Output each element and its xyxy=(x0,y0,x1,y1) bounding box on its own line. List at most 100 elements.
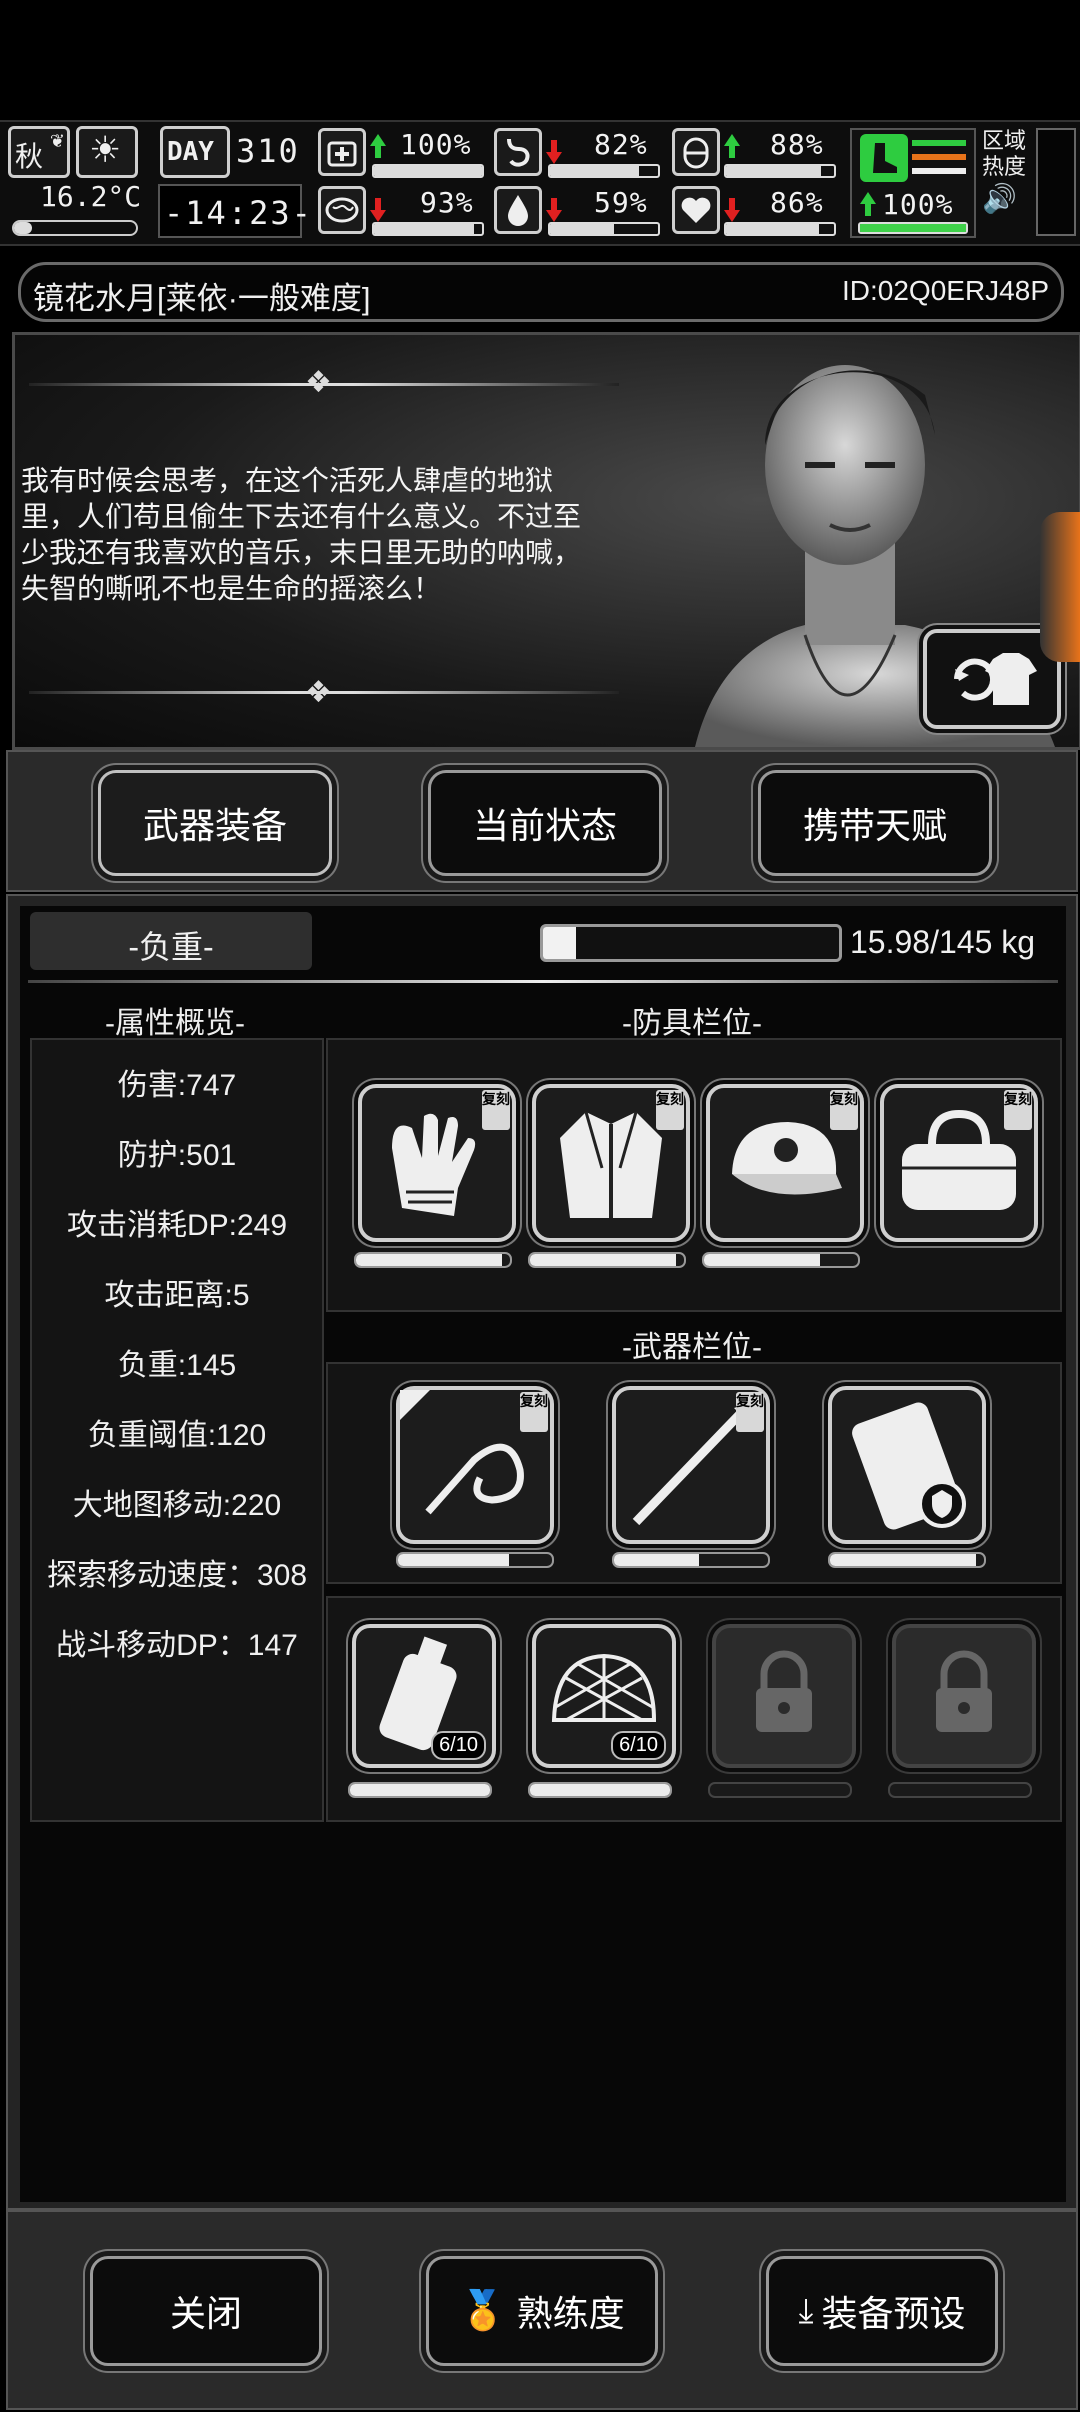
footer-bar: 关闭 🏅 熟练度 ⤓ 装备预设 xyxy=(6,2210,1078,2410)
durability-bar xyxy=(828,1552,986,1568)
durability-bar xyxy=(396,1552,554,1568)
durability-bar xyxy=(528,1252,686,1268)
replica-tag: 复刻 xyxy=(736,1392,764,1432)
stat-value: 93% xyxy=(420,186,474,219)
status-bar: 秋 ❦ ☀ 16.2°C DAY 310 -14:23- 100% 82% 88… xyxy=(0,120,1080,246)
stamina-panel: 100% xyxy=(850,128,976,238)
stat-map-movement: 大地图移动:220 xyxy=(72,1489,282,1522)
weapon-slots: 复刻 复刻 xyxy=(326,1362,1062,1584)
proficiency-button[interactable]: 🏅 熟练度 xyxy=(426,2256,658,2366)
replica-tag: 复刻 xyxy=(520,1392,548,1432)
durability-bar xyxy=(612,1552,770,1568)
item-slot-water-bottle[interactable]: 6/10 xyxy=(352,1624,496,1768)
ornament-icon: ❖ xyxy=(305,676,332,709)
item-count: 6/10 xyxy=(431,1731,486,1760)
clock-panel: -14:23- xyxy=(158,184,311,238)
proficiency-label: 熟练度 xyxy=(516,2293,625,2334)
tab-weapons-equipment[interactable]: 武器装备 xyxy=(98,770,332,876)
stat-defense: 防护:501 xyxy=(117,1139,237,1172)
stat-value: 86% xyxy=(770,186,824,219)
trend-up-icon xyxy=(370,134,386,158)
stat-attack-range: 攻击距离:5 xyxy=(104,1279,250,1312)
equipment-preset-label: 装备预设 xyxy=(821,2293,966,2334)
item-count: 6/10 xyxy=(611,1731,666,1760)
zone-heat-meter xyxy=(1036,128,1076,236)
stat-attack-cost: 攻击消耗DP:249 xyxy=(66,1209,288,1242)
season-badge: 秋 ❦ xyxy=(8,126,70,178)
speaker-icon[interactable]: 🔊 xyxy=(982,182,1034,215)
item-slot-locked[interactable] xyxy=(712,1624,856,1768)
durability-bar xyxy=(888,1782,1032,1798)
lock-icon xyxy=(756,1650,812,1732)
weapon-slot-whip[interactable]: 复刻 xyxy=(396,1386,554,1544)
replica-tag: 复刻 xyxy=(656,1090,684,1130)
character-panel: ❖ ❖ 我有时候会思考，在这个活死人肆虐的地狱里，人们苟且偷生下去还有什么意义。… xyxy=(12,332,1080,750)
leaf-icon: ❦ xyxy=(49,131,65,151)
trend-up-icon xyxy=(724,134,740,158)
attributes-title: -属性概览- xyxy=(105,1007,245,1040)
replica-tag: 复刻 xyxy=(830,1090,858,1130)
temperature: 16.2°C xyxy=(40,180,142,213)
weapon-slot-spear[interactable]: 复刻 xyxy=(612,1386,770,1544)
medkit-icon xyxy=(318,128,366,176)
capsule-icon xyxy=(672,128,720,176)
trend-down-icon xyxy=(546,140,562,164)
character-quote: 我有时候会思考，在这个活死人肆虐的地狱里，人们苟且偷生下去还有什么意义。不过至少… xyxy=(21,465,582,604)
equipment-preset-button[interactable]: ⤓ 装备预设 xyxy=(766,2256,998,2366)
stat-value: 82% xyxy=(594,128,648,161)
thermometer-icon xyxy=(12,220,138,236)
weather-badge: ☀ xyxy=(76,126,138,178)
load-bar xyxy=(540,924,842,962)
save-name: 镜花水月[莱依·一般难度] xyxy=(33,281,371,316)
side-drawer-handle[interactable] xyxy=(1040,512,1080,662)
armor-slots: 复刻 复刻 复刻 复刻 xyxy=(326,1038,1062,1312)
tab-bar: 武器装备 当前状态 携带天赋 xyxy=(6,750,1078,892)
quick-item-slots: 6/10 6/10 xyxy=(326,1596,1062,1822)
armor-slot-gloves[interactable]: 复刻 xyxy=(358,1084,516,1242)
day-badge: DAY xyxy=(160,126,230,178)
armor-slot-jacket[interactable]: 复刻 xyxy=(532,1084,690,1242)
zone-heat-label: 区域热度 xyxy=(982,128,1027,179)
tab-current-status[interactable]: 当前状态 xyxy=(428,770,662,876)
replica-tag: 复刻 xyxy=(482,1090,510,1130)
trend-down-icon xyxy=(724,198,740,222)
item-slot-net[interactable]: 6/10 xyxy=(532,1624,676,1768)
durability-bar xyxy=(708,1782,852,1798)
durability-bar xyxy=(354,1252,512,1268)
ornament-icon: ❖ xyxy=(305,366,332,399)
close-label: 关闭 xyxy=(169,2293,242,2334)
zone-heat[interactable]: 区域热度 🔊 xyxy=(982,128,1034,215)
lock-icon xyxy=(936,1650,992,1732)
stat-bar xyxy=(724,164,836,178)
stat-bar xyxy=(548,222,660,236)
load-value: 15.98/145 kg xyxy=(850,924,1036,960)
stat-combat-move-dp: 战斗移动DP：147 xyxy=(56,1629,298,1662)
weapon-slot-shield-pack[interactable] xyxy=(828,1386,986,1544)
close-button[interactable]: 关闭 xyxy=(90,2256,322,2366)
trophy-icon: 🏅 xyxy=(459,2290,507,2332)
attributes-list: 伤害:747 防护:501 攻击消耗DP:249 攻击距离:5 负重:145 负… xyxy=(30,1038,324,1822)
armor-slot-cap[interactable]: 复刻 xyxy=(706,1084,864,1242)
divider xyxy=(28,980,1058,983)
refresh-shirt-icon xyxy=(954,653,1037,705)
trend-down-icon xyxy=(370,198,386,222)
empty-area xyxy=(20,1836,1066,1837)
trend-down-icon xyxy=(546,198,562,222)
sun-icon: ☀ xyxy=(89,129,122,170)
stat-value: 100% xyxy=(400,128,472,161)
stamina-stripe xyxy=(912,154,966,160)
weapons-title: -武器栏位- xyxy=(622,1331,762,1364)
stat-bar xyxy=(372,222,484,236)
season-label: 秋 xyxy=(15,141,44,172)
shield-pack-icon xyxy=(852,1402,966,1530)
stamina-stripe xyxy=(912,168,966,174)
download-tray-icon: ⤓ xyxy=(798,2291,814,2330)
equipment-panel: -负重- 15.98/145 kg -属性概览- 伤害:747 防护:501 攻… xyxy=(6,894,1078,2210)
item-slot-locked[interactable] xyxy=(892,1624,1036,1768)
load-label-box: -负重- xyxy=(30,912,312,970)
tab-carried-talents[interactable]: 携带天赋 xyxy=(758,770,992,876)
water-drop-icon xyxy=(494,186,542,234)
stat-value: 88% xyxy=(770,128,824,161)
armor-slot-bag[interactable]: 复刻 xyxy=(880,1084,1038,1242)
stomach-icon xyxy=(494,128,542,176)
